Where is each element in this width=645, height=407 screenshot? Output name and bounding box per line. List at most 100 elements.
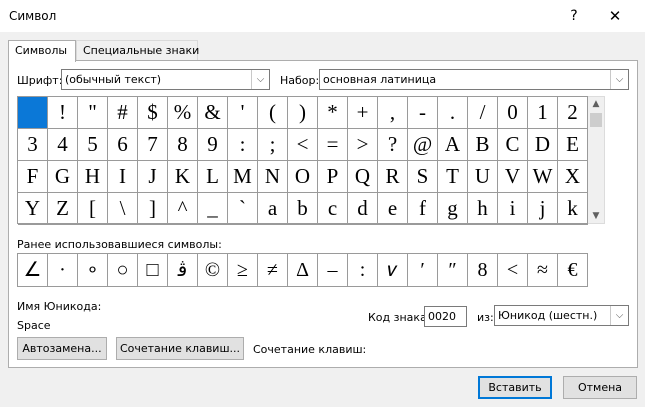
recent-symbol-cell[interactable]: ∠: [18, 254, 48, 286]
symbol-grid-scrollbar[interactable]: ▲ ▼: [588, 96, 605, 224]
symbol-cell[interactable]: \: [108, 193, 138, 225]
recent-symbol-cell[interactable]: ©: [198, 254, 228, 286]
symbol-cell[interactable]: b: [288, 193, 318, 225]
font-select[interactable]: (обычный текст) ⌵: [61, 69, 270, 90]
symbol-cell[interactable]: (: [258, 97, 288, 129]
recent-symbol-cell[interactable]: ≠: [258, 254, 288, 286]
recent-symbol-cell[interactable]: ≈: [528, 254, 558, 286]
symbol-cell[interactable]: ': [228, 97, 258, 129]
symbol-cell[interactable]: 1: [528, 97, 558, 129]
symbol-cell[interactable]: Y: [18, 193, 48, 225]
recent-symbol-cell[interactable]: ○: [108, 254, 138, 286]
symbol-cell[interactable]: I: [108, 161, 138, 193]
symbol-cell[interactable]: ;: [258, 129, 288, 161]
symbol-cell[interactable]: T: [438, 161, 468, 193]
symbol-cell[interactable]: a: [258, 193, 288, 225]
symbol-cell[interactable]: C: [498, 129, 528, 161]
autocorrect-button[interactable]: Автозамена...: [17, 337, 107, 360]
symbol-cell[interactable]: <: [288, 129, 318, 161]
cancel-button[interactable]: Отмена: [563, 376, 637, 399]
char-code-input[interactable]: 0020: [424, 306, 467, 327]
symbol-cell[interactable]: [18, 97, 48, 129]
symbol-cell[interactable]: G: [48, 161, 78, 193]
symbol-cell[interactable]: S: [408, 161, 438, 193]
shortcut-key-button[interactable]: Сочетание клавиш...: [116, 337, 244, 360]
symbol-cell[interactable]: ^: [168, 193, 198, 225]
symbol-cell[interactable]: i: [498, 193, 528, 225]
help-button[interactable]: ?: [562, 6, 586, 26]
symbol-cell[interactable]: E: [558, 129, 588, 161]
symbol-cell[interactable]: 9: [198, 129, 228, 161]
symbol-cell[interactable]: g: [438, 193, 468, 225]
from-select[interactable]: Юникод (шестн.) ⌵: [494, 305, 629, 326]
symbol-cell[interactable]: 5: [78, 129, 108, 161]
symbol-cell[interactable]: O: [288, 161, 318, 193]
recent-symbol-cell[interactable]: Δ: [288, 254, 318, 286]
symbol-cell[interactable]: c: [318, 193, 348, 225]
symbol-cell[interactable]: Z: [48, 193, 78, 225]
close-button[interactable]: ✕: [600, 6, 630, 26]
symbol-cell[interactable]: ,: [378, 97, 408, 129]
scroll-up-icon[interactable]: ▲: [588, 97, 604, 111]
recent-symbol-cell[interactable]: □: [138, 254, 168, 286]
symbol-cell[interactable]: B: [468, 129, 498, 161]
recent-symbol-cell[interactable]: ·: [48, 254, 78, 286]
symbol-cell[interactable]: ): [288, 97, 318, 129]
recent-symbol-cell[interactable]: ′: [408, 254, 438, 286]
symbol-cell[interactable]: $: [138, 97, 168, 129]
symbol-cell[interactable]: Q: [348, 161, 378, 193]
symbol-cell[interactable]: k: [558, 193, 588, 225]
symbol-cell[interactable]: M: [228, 161, 258, 193]
recent-symbol-cell[interactable]: ∘: [78, 254, 108, 286]
recent-symbol-cell[interactable]: ﭬ: [168, 254, 198, 286]
symbol-cell[interactable]: U: [468, 161, 498, 193]
symbol-cell[interactable]: 0: [498, 97, 528, 129]
symbol-cell[interactable]: 2: [558, 97, 588, 129]
symbol-cell[interactable]: @: [408, 129, 438, 161]
recent-symbol-cell[interactable]: :: [348, 254, 378, 286]
symbol-cell[interactable]: A: [438, 129, 468, 161]
symbol-cell[interactable]: ": [78, 97, 108, 129]
recent-symbol-cell[interactable]: –: [318, 254, 348, 286]
symbol-cell[interactable]: :: [228, 129, 258, 161]
symbol-cell[interactable]: &: [198, 97, 228, 129]
symbol-cell[interactable]: W: [528, 161, 558, 193]
symbol-cell[interactable]: P: [318, 161, 348, 193]
symbol-cell[interactable]: !: [48, 97, 78, 129]
symbol-cell[interactable]: R: [378, 161, 408, 193]
symbol-cell[interactable]: _: [198, 193, 228, 225]
symbol-cell[interactable]: 6: [108, 129, 138, 161]
symbol-cell[interactable]: X: [558, 161, 588, 193]
recent-symbol-cell[interactable]: ″: [438, 254, 468, 286]
symbol-cell[interactable]: D: [528, 129, 558, 161]
symbol-cell[interactable]: 7: [138, 129, 168, 161]
symbol-cell[interactable]: [: [78, 193, 108, 225]
recent-symbol-cell[interactable]: €: [558, 254, 588, 286]
symbol-cell[interactable]: K: [168, 161, 198, 193]
symbol-cell[interactable]: %: [168, 97, 198, 129]
symbol-cell[interactable]: =: [318, 129, 348, 161]
symbol-cell[interactable]: h: [468, 193, 498, 225]
symbol-cell[interactable]: N: [258, 161, 288, 193]
tab-special-characters[interactable]: Специальные знаки: [76, 40, 199, 61]
symbol-cell[interactable]: 4: [48, 129, 78, 161]
symbol-cell[interactable]: >: [348, 129, 378, 161]
symbol-cell[interactable]: F: [18, 161, 48, 193]
insert-button[interactable]: Вставить: [478, 376, 552, 399]
symbol-cell[interactable]: f: [408, 193, 438, 225]
symbol-cell[interactable]: `: [228, 193, 258, 225]
recent-symbol-cell[interactable]: ≥: [228, 254, 258, 286]
symbol-cell[interactable]: 8: [168, 129, 198, 161]
symbol-cell[interactable]: -: [408, 97, 438, 129]
subset-select[interactable]: основная латиница ⌵: [319, 69, 629, 90]
symbol-cell[interactable]: ?: [378, 129, 408, 161]
symbol-cell[interactable]: j: [528, 193, 558, 225]
symbol-cell[interactable]: H: [78, 161, 108, 193]
recent-symbol-cell[interactable]: <: [498, 254, 528, 286]
symbol-cell[interactable]: .: [438, 97, 468, 129]
symbol-cell[interactable]: L: [198, 161, 228, 193]
symbol-cell[interactable]: +: [348, 97, 378, 129]
symbol-cell[interactable]: *: [318, 97, 348, 129]
symbol-cell[interactable]: d: [348, 193, 378, 225]
scroll-thumb[interactable]: [590, 113, 602, 127]
